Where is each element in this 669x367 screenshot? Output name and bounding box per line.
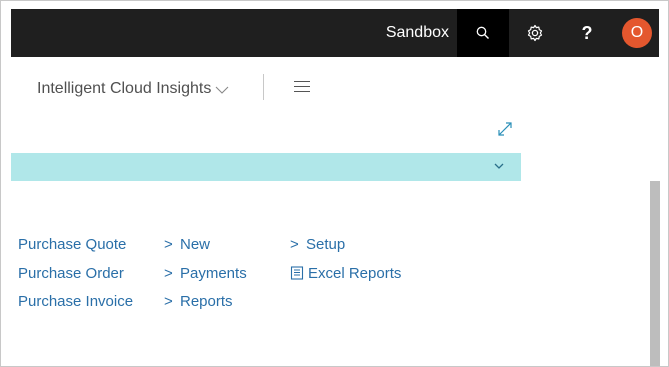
link-label: Setup (306, 236, 346, 253)
links-column-1: Purchase Quote Purchase Order Purchase I… (18, 234, 133, 320)
environment-label: Sandbox (385, 24, 449, 41)
chevron-down-icon (215, 86, 229, 94)
top-bar: Sandbox ? O (11, 9, 659, 57)
link-excel-reports[interactable]: Excel Reports (290, 263, 401, 292)
chevron-right-icon: > (164, 236, 173, 253)
avatar: O (622, 18, 652, 48)
header-divider (263, 74, 264, 100)
chevron-right-icon: > (164, 293, 173, 310)
link-label: New (180, 236, 211, 253)
link-label: Payments (180, 264, 247, 282)
expand-icon[interactable] (496, 120, 514, 138)
help-icon: ? (581, 22, 593, 43)
chevron-right-icon: > (164, 264, 173, 282)
link-label: Excel Reports (308, 264, 402, 282)
link-group-payments[interactable]: > Payments (164, 263, 247, 292)
company-switcher[interactable]: Intelligent Cloud Insights (37, 75, 229, 103)
user-menu-button[interactable]: O (611, 9, 663, 57)
link-group-setup[interactable]: > Setup (290, 234, 401, 263)
links-column-3: > Setup Excel Reports (290, 234, 401, 291)
gear-icon (527, 24, 543, 42)
search-icon (476, 26, 489, 39)
menu-icon[interactable] (294, 81, 310, 95)
link-label: Reports (180, 293, 233, 310)
links-column-2: > New > Payments > Reports (164, 234, 247, 320)
link-purchase-quote[interactable]: Purchase Quote (18, 234, 133, 263)
chevron-right-icon: > (290, 236, 299, 253)
scrollbar[interactable] (650, 181, 660, 366)
company-name: Intelligent Cloud Insights (37, 80, 212, 97)
search-button[interactable] (457, 9, 509, 57)
help-button[interactable]: ? (561, 9, 613, 57)
document-icon (290, 265, 304, 280)
link-purchase-order[interactable]: Purchase Order (18, 263, 133, 292)
link-purchase-invoice[interactable]: Purchase Invoice (18, 291, 133, 320)
link-group-reports[interactable]: > Reports (164, 291, 247, 320)
settings-button[interactable] (509, 9, 561, 57)
chevron-down-icon[interactable] (493, 161, 505, 171)
link-group-new[interactable]: > New (164, 234, 247, 263)
app-frame: Sandbox ? O Intelligent Cloud Insights P… (0, 0, 669, 367)
collapsible-section-bar[interactable] (11, 153, 521, 181)
